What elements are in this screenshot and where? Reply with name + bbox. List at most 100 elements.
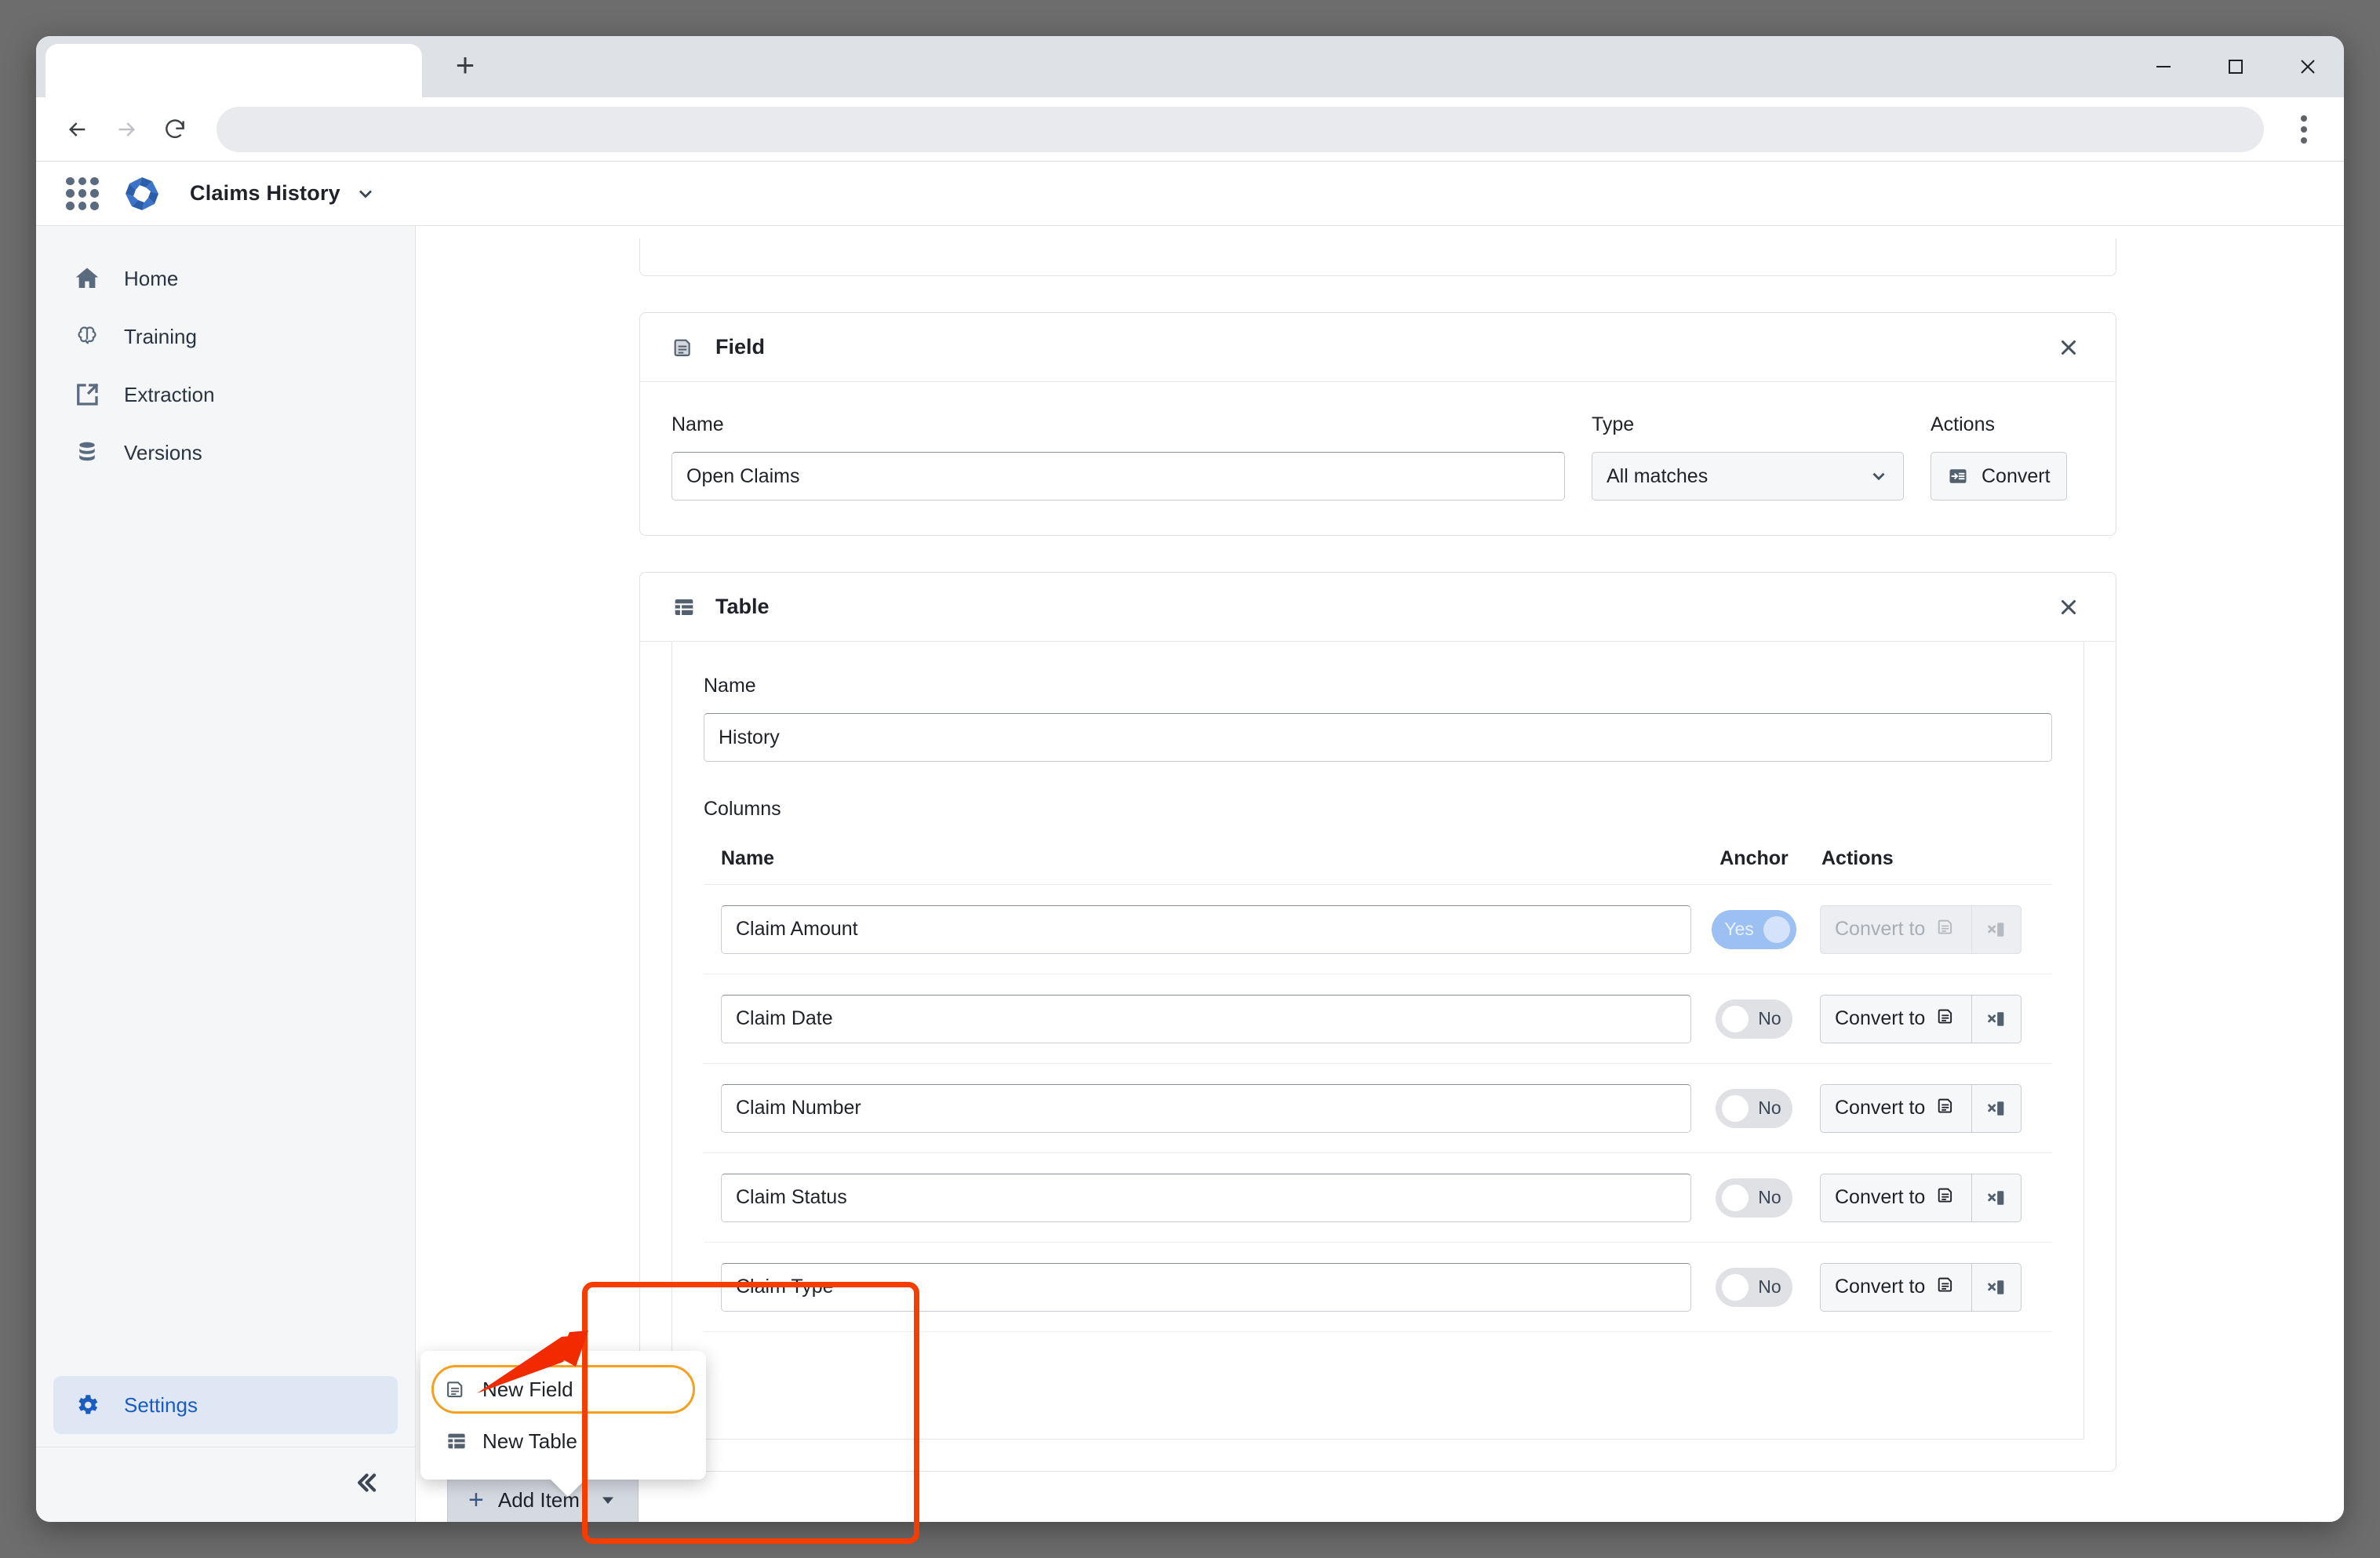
column-actions: Convert to (1820, 1083, 2022, 1133)
column-actions: Convert to (1820, 994, 2022, 1043)
sidebar-item-label: Home (124, 266, 179, 290)
field-name-label: Name (671, 413, 724, 435)
table-row: No Convert to (704, 974, 2052, 1064)
browser-tab[interactable] (45, 44, 422, 97)
column-name-input[interactable] (721, 1173, 1691, 1222)
window-controls (2127, 36, 2344, 97)
chevron-down-icon (1869, 466, 1889, 486)
forward-arrow-icon[interactable] (102, 105, 151, 154)
double-chevron-left-icon[interactable] (351, 1468, 380, 1502)
convert-button-label: Convert (1982, 464, 2051, 487)
app-header: Claims History (36, 162, 2344, 226)
minimize-button[interactable] (2127, 36, 2200, 97)
database-icon (71, 436, 104, 469)
field-type-value: All matches (1607, 464, 1709, 487)
field-icon (1936, 1274, 1957, 1301)
column-name-input[interactable] (721, 1083, 1691, 1133)
columns-label: Columns (704, 798, 781, 820)
close-icon[interactable] (2048, 587, 2089, 628)
browser-window: + Claims History Home Training Extractio… (36, 36, 2344, 1522)
convert-button[interactable]: Convert (1931, 452, 2067, 501)
toggle-knob (1722, 1184, 1749, 1211)
sidebar-item-settings[interactable]: Settings (53, 1376, 398, 1434)
maximize-button[interactable] (2200, 36, 2272, 97)
anchor-toggle[interactable]: No (1716, 1178, 1792, 1218)
convert-to-button[interactable]: Convert to (1820, 905, 1972, 954)
toggle-knob (1722, 1094, 1749, 1122)
back-arrow-icon[interactable] (53, 105, 102, 154)
column-actions: Convert to (1820, 1173, 2022, 1222)
table-name-input[interactable] (704, 713, 2052, 762)
brand-logo (126, 177, 158, 210)
table-card-header: Table (640, 573, 2116, 642)
chevron-down-icon[interactable] (355, 183, 377, 205)
convert-to-button[interactable]: Convert to (1820, 1083, 1972, 1133)
table-row: Yes Convert to (704, 885, 2052, 974)
anchor-toggle[interactable]: No (1716, 1088, 1792, 1128)
anchor-toggle-label: Yes (1724, 919, 1754, 939)
anchor-toggle-label: No (1758, 1008, 1781, 1028)
column-name-input[interactable] (721, 905, 1691, 954)
anchor-toggle[interactable]: Yes (1712, 909, 1796, 949)
column-name-input[interactable] (721, 994, 1691, 1043)
table-row: No Convert to (704, 1243, 2052, 1332)
sidebar-item-training[interactable]: Training (53, 308, 398, 366)
convert-to-label: Convert to (1835, 1276, 1926, 1298)
table-icon (445, 1429, 468, 1453)
field-icon (1936, 916, 1957, 943)
table-icon (671, 593, 700, 621)
table-card: Table Name Columns Name Anchor (639, 572, 2116, 1472)
column-header-name: Name (721, 847, 775, 869)
field-actions-label: Actions (1931, 413, 1995, 435)
column-header-anchor: Anchor (1719, 847, 1789, 869)
plus-icon: + (468, 1485, 484, 1515)
column-header-actions: Actions (1821, 847, 1894, 869)
convert-to-button[interactable]: Convert to (1820, 1173, 1972, 1222)
field-icon (1936, 1006, 1957, 1032)
field-icon (1936, 1185, 1957, 1211)
sidebar-item-versions[interactable]: Versions (53, 424, 398, 482)
sidebar-item-home[interactable]: Home (53, 249, 398, 308)
column-name-input[interactable] (721, 1262, 1691, 1312)
new-tab-button[interactable]: + (438, 42, 493, 97)
close-icon[interactable] (2048, 327, 2089, 368)
app-grid-icon[interactable] (66, 177, 99, 210)
anchor-toggle[interactable]: No (1716, 1267, 1792, 1307)
menu-item-new-table[interactable]: New Table (431, 1417, 695, 1465)
field-icon (445, 1378, 468, 1401)
field-icon (1936, 1095, 1957, 1122)
table-row: No Convert to (704, 1064, 2052, 1153)
remove-column-icon[interactable] (1971, 1173, 2022, 1222)
url-input[interactable] (217, 106, 2264, 152)
remove-column-icon[interactable] (1971, 994, 2022, 1043)
toggle-knob (1763, 916, 1790, 943)
sidebar-footer (36, 1447, 415, 1522)
caret-down-icon[interactable] (599, 1491, 617, 1509)
table-card-title: Table (715, 595, 770, 618)
field-name-input[interactable] (671, 452, 1565, 501)
remove-column-icon[interactable] (1971, 905, 2022, 954)
home-icon (71, 262, 104, 295)
gear-icon (71, 1389, 104, 1421)
app-body: Home Training Extraction Versions Settin… (36, 226, 2344, 1522)
remove-column-icon[interactable] (1971, 1083, 2022, 1133)
menu-item-label: New Table (482, 1429, 577, 1453)
columns-header-row: Name Anchor Actions (704, 847, 2052, 885)
browser-menu-icon[interactable] (2281, 105, 2327, 154)
red-pointer-arrow-icon (477, 1330, 588, 1393)
table-inner-panel: Name Columns Name Anchor Actions (671, 642, 2084, 1440)
anchor-toggle-label: No (1758, 1098, 1781, 1118)
toggle-knob (1722, 1005, 1749, 1032)
close-button[interactable] (2272, 36, 2344, 97)
remove-column-icon[interactable] (1971, 1262, 2022, 1312)
convert-to-button[interactable]: Convert to (1820, 1262, 1972, 1312)
reload-icon[interactable] (151, 105, 199, 154)
new-tab-label: + (455, 46, 475, 83)
sidebar-item-extraction[interactable]: Extraction (53, 366, 398, 424)
field-type-select[interactable]: All matches (1592, 452, 1904, 501)
brain-icon (71, 320, 104, 353)
convert-to-label: Convert to (1835, 918, 1926, 940)
convert-to-button[interactable]: Convert to (1820, 994, 1972, 1043)
anchor-toggle[interactable]: No (1716, 999, 1792, 1039)
sidebar-bottom: Settings (36, 1376, 415, 1447)
